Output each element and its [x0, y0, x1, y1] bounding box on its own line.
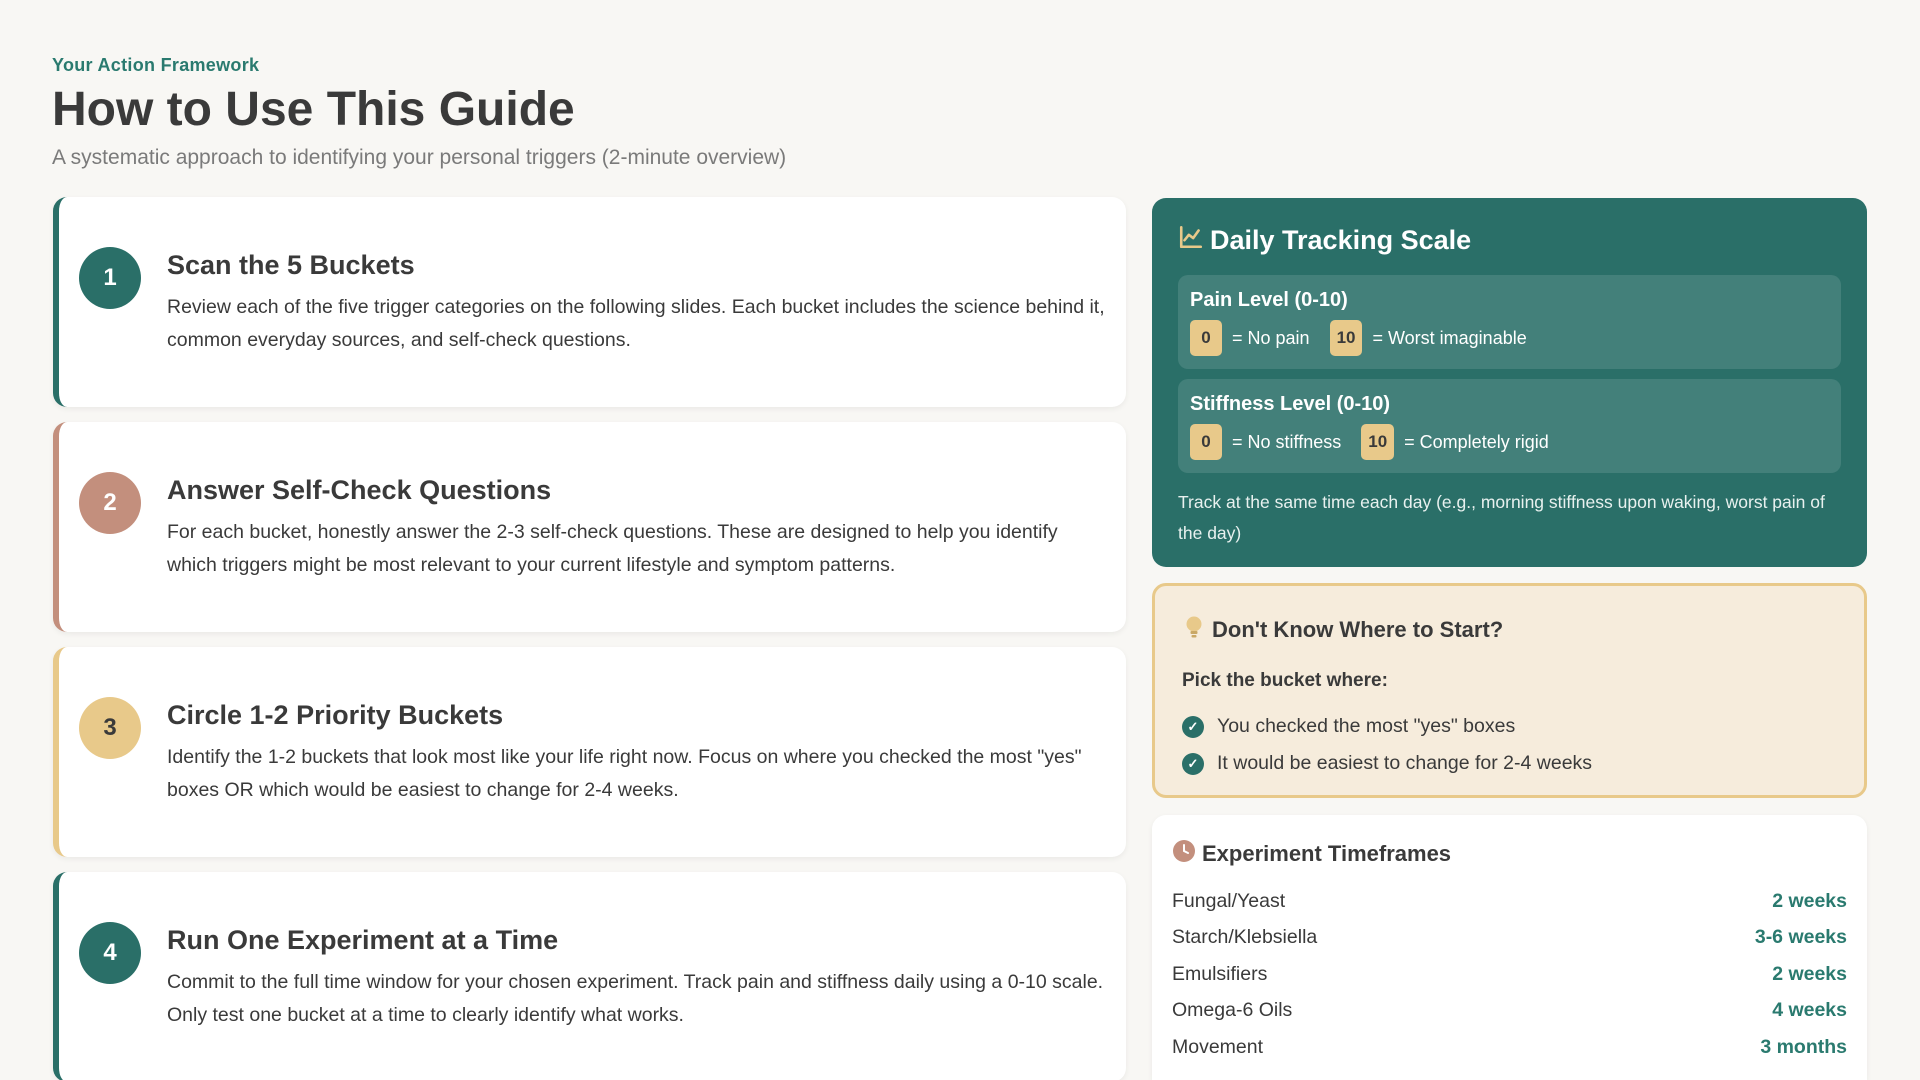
tracking-header: Daily Tracking Scale	[1178, 224, 1841, 257]
eyebrow: Your Action Framework	[52, 55, 260, 75]
stiffness-scale-row: 0 = No stiffness 10 = Completely rigid	[1190, 424, 1829, 460]
timeframe-value: 3 months	[1760, 1035, 1847, 1058]
timeframe-row: Movement 3 months	[1172, 1029, 1847, 1066]
step-title: Answer Self-Check Questions	[167, 475, 552, 505]
step-number: 1	[79, 247, 141, 309]
step-card-4: 4 Run One Experiment at a Time Commit to…	[53, 872, 1126, 1080]
timeframe-row: Emulsifiers 2 weeks	[1172, 956, 1847, 993]
timeframe-row: Omega-6 Oils 4 weeks	[1172, 993, 1847, 1030]
step-number: 2	[79, 472, 141, 534]
experiment-timeframes-card: Experiment Timeframes Fungal/Yeast 2 wee…	[1152, 815, 1867, 1080]
timeframe-label: Movement	[1172, 1035, 1264, 1058]
scale-low-label: = No pain	[1232, 327, 1310, 348]
stiffness-scale-title: Stiffness Level (0-10)	[1190, 393, 1391, 415]
timeframe-value: 2 weeks	[1772, 962, 1847, 985]
start-title: Don't Know Where to Start?	[1212, 617, 1504, 642]
pain-scale-row: 0 = No pain 10 = Worst imaginable	[1190, 320, 1829, 356]
step-body: Review each of the five trigger categori…	[167, 296, 1105, 351]
tracking-title: Daily Tracking Scale	[1210, 225, 1472, 255]
step-card-1: 1 Scan the 5 Buckets Review each of the …	[53, 197, 1126, 407]
check-circle-icon: ✓	[1182, 715, 1204, 738]
where-to-start-card: Don't Know Where to Start? Pick the buck…	[1152, 583, 1867, 798]
page-subtitle: A systematic approach to identifying you…	[52, 146, 787, 169]
timeframe-value: 4 weeks	[1772, 999, 1847, 1022]
chart-line-icon	[1178, 224, 1204, 257]
scale-high-badge: 10	[1361, 424, 1395, 460]
timeframes-list: Fungal/Yeast 2 weeks Starch/Klebsiella 3…	[1172, 883, 1847, 1066]
step-title: Circle 1-2 Priority Buckets	[167, 700, 504, 730]
timeframe-label: Emulsifiers	[1172, 962, 1268, 985]
step-card-2: 2 Answer Self-Check Questions For each b…	[53, 422, 1126, 632]
scale-low-badge: 0	[1190, 424, 1222, 460]
list-item-text: It would be easiest to change for 2-4 we…	[1217, 752, 1593, 774]
clock-icon	[1172, 839, 1196, 869]
scale-high-badge: 10	[1329, 320, 1363, 356]
page-title: How to Use This Guide	[52, 83, 575, 136]
timeframes-title: Experiment Timeframes	[1202, 841, 1452, 866]
step-card-3: 3 Circle 1-2 Priority Buckets Identify t…	[53, 647, 1126, 857]
start-criteria-list: ✓ You checked the most "yes" boxes ✓ It …	[1182, 708, 1837, 782]
list-item: ✓ You checked the most "yes" boxes	[1182, 708, 1837, 745]
page: Your Action Framework How to Use This Gu…	[0, 0, 1920, 1080]
scale-high-label: = Completely rigid	[1404, 431, 1549, 452]
timeframe-value: 2 weeks	[1772, 889, 1847, 912]
stiffness-scale: Stiffness Level (0-10) 0 = No stiffness …	[1178, 379, 1841, 473]
step-body: Identify the 1-2 buckets that look most …	[167, 746, 1082, 801]
timeframe-row: Starch/Klebsiella 3-6 weeks	[1172, 920, 1847, 957]
steps-list: 1 Scan the 5 Buckets Review each of the …	[53, 197, 1126, 1080]
start-header: Don't Know Where to Start?	[1182, 614, 1837, 646]
step-body: For each bucket, honestly answer the 2-3…	[167, 521, 1058, 576]
pain-scale-title: Pain Level (0-10)	[1190, 289, 1348, 311]
timeframe-label: Omega-6 Oils	[1172, 999, 1293, 1022]
scale-high-label: = Worst imaginable	[1372, 327, 1527, 348]
list-item-text: You checked the most "yes" boxes	[1217, 715, 1516, 737]
timeframe-label: Fungal/Yeast	[1172, 889, 1286, 912]
timeframes-header: Experiment Timeframes	[1172, 839, 1847, 869]
timeframe-value: 3-6 weeks	[1754, 926, 1847, 949]
step-title: Run One Experiment at a Time	[167, 925, 559, 955]
start-subtitle: Pick the bucket where:	[1182, 670, 1388, 691]
step-number: 3	[79, 697, 141, 759]
daily-tracking-card: Daily Tracking Scale Pain Level (0-10) 0…	[1152, 198, 1867, 567]
lightbulb-icon	[1182, 614, 1206, 646]
list-item: ✓ It would be easiest to change for 2-4 …	[1182, 745, 1837, 782]
pain-scale: Pain Level (0-10) 0 = No pain 10 = Worst…	[1178, 275, 1841, 369]
step-body: Commit to the full time window for your …	[167, 971, 1104, 1026]
check-circle-icon: ✓	[1182, 752, 1204, 775]
timeframe-label: Starch/Klebsiella	[1172, 926, 1318, 949]
timeframe-row: Fungal/Yeast 2 weeks	[1172, 883, 1847, 920]
scale-low-badge: 0	[1190, 320, 1222, 356]
scale-low-label: = No stiffness	[1232, 431, 1342, 452]
step-title: Scan the 5 Buckets	[167, 250, 415, 280]
step-number: 4	[79, 922, 141, 984]
tracking-note: Track at the same time each day (e.g., m…	[1178, 492, 1825, 543]
